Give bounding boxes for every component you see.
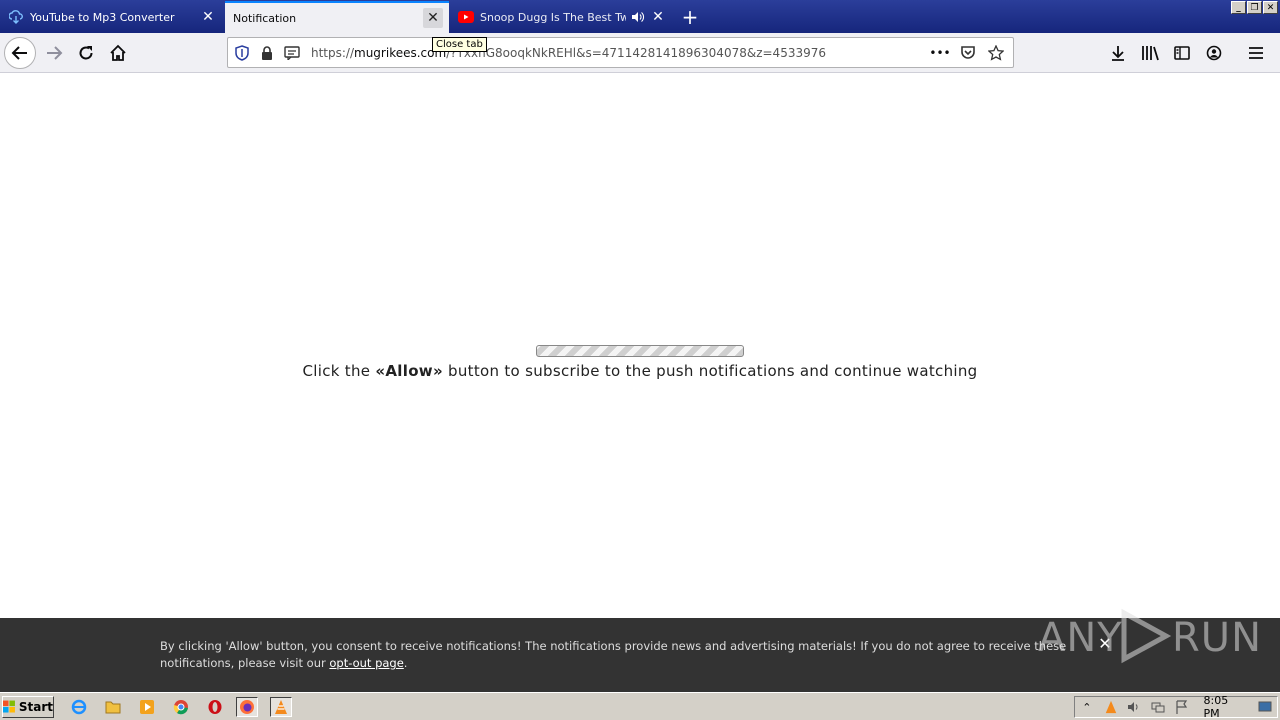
back-button[interactable] xyxy=(4,37,36,69)
toolbar-right xyxy=(1102,37,1272,69)
library-icon[interactable] xyxy=(1134,37,1166,69)
tab-youtube-mp3[interactable]: YouTube to Mp3 Converter ✕ xyxy=(0,1,224,33)
svg-text:RUN: RUN xyxy=(1172,615,1262,661)
tab-strip: YouTube to Mp3 Converter ✕ Notification … xyxy=(0,0,1280,33)
internet-explorer-icon[interactable] xyxy=(68,697,90,717)
loading-progress-bar xyxy=(536,345,744,357)
url-text[interactable]: https://mugrikees.com/?TxxnG8ooqkNkREHl&… xyxy=(311,46,826,60)
vlc-icon[interactable] xyxy=(270,697,292,717)
reload-button[interactable] xyxy=(70,37,102,69)
volume-icon[interactable] xyxy=(1122,697,1146,717)
allow-keyword: «Allow» xyxy=(375,362,443,380)
close-window-button[interactable]: ✕ xyxy=(1263,1,1278,14)
minimize-button[interactable]: _ xyxy=(1231,1,1246,14)
close-tab-tooltip: Close tab xyxy=(432,37,487,52)
shield-icon[interactable] xyxy=(231,42,253,64)
anyrun-watermark: ANY RUN xyxy=(1038,606,1268,666)
new-tab-button[interactable]: + xyxy=(678,5,702,29)
consent-text: By clicking 'Allow' button, you consent … xyxy=(160,639,1067,670)
show-desktop-icon[interactable] xyxy=(1253,697,1277,717)
tab-title: Notification xyxy=(233,11,297,25)
menu-icon[interactable] xyxy=(1240,37,1272,69)
download-icon[interactable] xyxy=(1102,37,1134,69)
account-icon[interactable] xyxy=(1198,37,1230,69)
vlc-tray-icon[interactable] xyxy=(1099,697,1123,717)
youtube-icon xyxy=(458,9,474,25)
system-tray: ⌃ 8:05 PM xyxy=(1074,694,1278,720)
network-icon[interactable] xyxy=(1146,697,1170,717)
clock[interactable]: 8:05 PM xyxy=(1204,694,1248,720)
close-icon[interactable]: ✕ xyxy=(198,7,218,27)
forward-button[interactable] xyxy=(38,37,70,69)
page-content: Click the «Allow» button to subscribe to… xyxy=(0,74,1280,618)
window-controls: _ ❐ ✕ xyxy=(1231,1,1278,14)
action-center-flag-icon[interactable] xyxy=(1170,697,1194,717)
close-tab-button[interactable]: ✕ xyxy=(423,8,443,28)
firefox-icon[interactable] xyxy=(236,697,258,717)
close-icon[interactable]: ✕ xyxy=(648,7,668,27)
speaker-icon[interactable] xyxy=(630,9,646,25)
media-player-icon[interactable] xyxy=(136,697,158,717)
permissions-icon[interactable] xyxy=(281,42,303,64)
svg-text:ANY: ANY xyxy=(1038,615,1123,661)
page-actions-icon[interactable]: ••• xyxy=(929,42,951,64)
opt-out-link[interactable]: opt-out page xyxy=(329,656,403,670)
tab-snoop-dogg[interactable]: Snoop Dugg Is The Best Twitch ✕ xyxy=(450,1,674,33)
tab-title: YouTube to Mp3 Converter xyxy=(30,10,175,24)
tab-title: Snoop Dugg Is The Best Twitch xyxy=(480,10,626,24)
start-button[interactable]: Start xyxy=(2,696,54,718)
tab-notification[interactable]: Notification ✕ xyxy=(225,1,449,33)
windows-taskbar: Start ⌃ 8:05 PM xyxy=(0,692,1280,720)
windows-logo-icon xyxy=(3,700,15,713)
download-cloud-icon xyxy=(8,9,24,25)
restore-button[interactable]: ❐ xyxy=(1247,1,1262,14)
sidebar-icon[interactable] xyxy=(1166,37,1198,69)
chrome-icon[interactable] xyxy=(170,697,192,717)
opera-icon[interactable] xyxy=(204,697,226,717)
home-button[interactable] xyxy=(102,37,134,69)
lock-icon[interactable] xyxy=(256,42,278,64)
bookmark-star-icon[interactable] xyxy=(985,42,1007,64)
show-hidden-icons-icon[interactable]: ⌃ xyxy=(1075,697,1099,717)
allow-instruction-message: Click the «Allow» button to subscribe to… xyxy=(302,362,978,380)
address-bar[interactable]: https://mugrikees.com/?TxxnG8ooqkNkREHl&… xyxy=(227,37,1014,68)
pocket-icon[interactable] xyxy=(957,42,979,64)
file-explorer-icon[interactable] xyxy=(102,697,124,717)
navigation-bar: https://mugrikees.com/?TxxnG8ooqkNkREHl&… xyxy=(0,33,1280,73)
